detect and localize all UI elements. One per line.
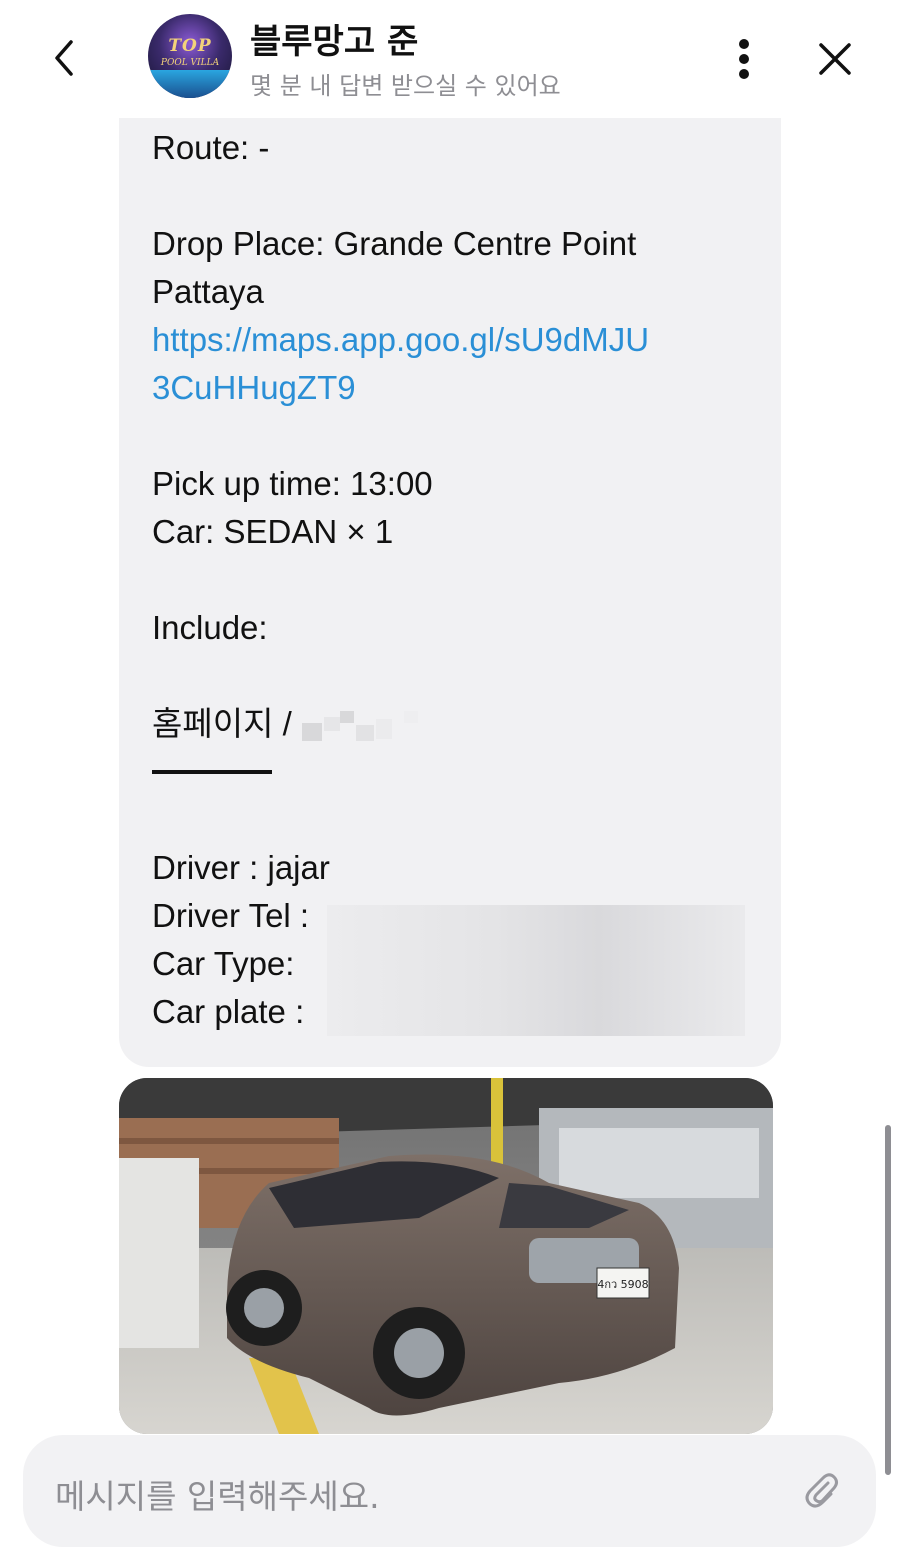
- drop-place-text: Drop Place: Grande Centre Point: [152, 225, 637, 262]
- close-button[interactable]: [810, 34, 860, 84]
- avatar-logo-text: TOP: [168, 36, 212, 56]
- chat-screen: TOP POOL VILLA 블루망고 준 몇 분 내 답변 받으실 수 있어요…: [0, 0, 899, 1559]
- chat-header: TOP POOL VILLA 블루망고 준 몇 분 내 답변 받으실 수 있어요: [0, 0, 899, 118]
- license-plate-text: 4กว 5908: [597, 1278, 648, 1291]
- scrollbar[interactable]: [885, 1125, 891, 1475]
- drop-place-city-text: Pattaya: [152, 273, 264, 310]
- avatar-pool-graphic: [148, 70, 232, 98]
- back-button[interactable]: [40, 34, 88, 82]
- include-text: Include:: [152, 609, 268, 646]
- redaction-mosaic: [301, 711, 420, 742]
- chat-status: 몇 분 내 답변 받으실 수 있어요: [250, 72, 561, 100]
- driver-text: Driver : jajar: [152, 849, 330, 886]
- chat-title: 블루망고 준: [250, 22, 419, 62]
- pickup-time-text: Pick up time: 13:00: [152, 465, 433, 502]
- message-input-bar[interactable]: 메시지를 입력해주세요.: [23, 1435, 876, 1547]
- route-text: Route: -: [152, 129, 270, 166]
- car-photo[interactable]: 4กว 5908: [119, 1078, 773, 1434]
- homepage-row: 홈페이지 /: [152, 700, 747, 748]
- map-link-continued[interactable]: 3CuHHugZT9: [152, 364, 747, 412]
- redaction-blur: [327, 905, 745, 1036]
- chevron-left-icon: [55, 40, 73, 76]
- more-options-button[interactable]: [722, 34, 766, 84]
- car-text: Car: SEDAN × 1: [152, 513, 394, 550]
- car-photo-image: 4กว 5908: [119, 1078, 773, 1434]
- message-bubble: Route: - Drop Place: Grande Centre Point…: [119, 90, 781, 1067]
- avatar[interactable]: TOP POOL VILLA: [148, 14, 232, 98]
- close-icon: [819, 43, 851, 75]
- map-link[interactable]: https://maps.app.goo.gl/sU9dMJU: [152, 316, 747, 364]
- avatar-logo-subtext: POOL VILLA: [160, 58, 220, 68]
- homepage-text: 홈페이지 /: [152, 705, 292, 742]
- separator-line: [152, 770, 272, 774]
- paperclip-icon: [805, 1473, 838, 1508]
- more-vertical-icon: [739, 39, 749, 79]
- message-input[interactable]: 메시지를 입력해주세요.: [55, 1470, 380, 1518]
- attach-button[interactable]: [796, 1465, 846, 1515]
